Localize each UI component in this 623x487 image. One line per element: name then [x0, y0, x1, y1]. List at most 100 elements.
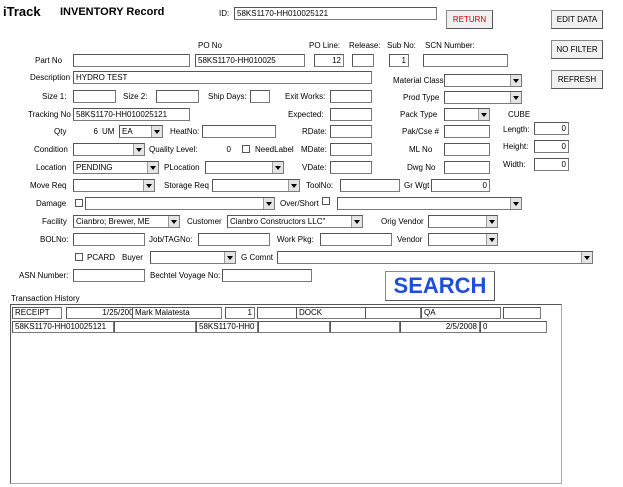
length-field[interactable]: 0 — [534, 122, 569, 135]
plocation-label: PLocation — [164, 163, 200, 172]
no-filter-button[interactable]: NO FILTER — [551, 40, 603, 59]
bechtel-voyage-no-label: Bechtel Voyage No: — [150, 271, 221, 280]
expected-field[interactable] — [330, 108, 372, 121]
part-no-field[interactable] — [73, 54, 190, 67]
condition-select[interactable] — [73, 143, 145, 156]
location-label: Location — [36, 163, 67, 172]
release-field[interactable] — [352, 54, 374, 67]
heat-no-field[interactable] — [202, 125, 276, 138]
damage-label: Damage — [36, 199, 67, 208]
material-class-label: Material Class — [393, 76, 444, 85]
refresh-button[interactable]: REFRESH — [551, 70, 603, 89]
scn-number-field[interactable] — [423, 54, 508, 67]
move-req-select[interactable] — [73, 179, 155, 192]
pcard-checkbox[interactable] — [75, 253, 83, 261]
chevron-down-icon — [168, 216, 179, 227]
chevron-down-icon — [510, 75, 521, 86]
customer-label: Customer — [187, 217, 222, 226]
ship-days-field[interactable] — [250, 90, 270, 103]
location-select[interactable]: PENDING — [73, 161, 159, 174]
chevron-down-icon — [263, 198, 274, 209]
description-label: Description — [30, 73, 71, 82]
table-row[interactable]: RECEIPT 1/25/2008 Mark Malatesta 1 DOCK … — [11, 307, 561, 319]
dwg-no-field[interactable] — [444, 161, 490, 174]
chevron-down-icon — [224, 252, 235, 263]
history-blank-cell — [257, 307, 297, 319]
damage-checkbox[interactable] — [75, 199, 83, 207]
size2-field[interactable] — [156, 90, 199, 103]
transaction-history-label: Transaction History — [11, 294, 80, 303]
quality-level-field[interactable]: 0 — [200, 143, 234, 156]
edit-data-button[interactable]: EDIT DATA — [551, 10, 603, 29]
buyer-select[interactable] — [150, 251, 236, 264]
work-pkg-field[interactable] — [320, 233, 392, 246]
history-tracking-cell: 58KS1170-HH010025121 — [12, 321, 114, 333]
over-short-select[interactable] — [337, 197, 522, 210]
ml-no-field[interactable] — [444, 143, 490, 156]
chevron-down-icon — [478, 109, 489, 120]
po-line-field[interactable]: 12 — [314, 54, 344, 67]
material-class-select[interactable] — [444, 74, 522, 87]
asn-number-field[interactable] — [73, 269, 145, 282]
tool-no-field[interactable] — [340, 179, 400, 192]
rdate-label: RDate: — [302, 127, 327, 136]
facility-select[interactable]: Cianbro; Brewer, ME — [73, 215, 180, 228]
expected-label: Expected: — [288, 110, 324, 119]
pak-cse-field[interactable] — [444, 125, 490, 138]
po-no-field[interactable]: 58KS1170-HH010025 — [195, 54, 305, 67]
pack-type-select[interactable] — [444, 108, 490, 121]
id-field[interactable]: 58KS1170-HH010025121 — [234, 7, 437, 20]
g-comnt-label: G Comnt — [241, 253, 274, 262]
history-qty-cell: 1 — [225, 307, 255, 319]
bechtel-voyage-no-field[interactable] — [222, 269, 312, 282]
tracking-no-field[interactable]: 58KS1170-HH010025121 — [73, 108, 190, 121]
size1-field[interactable] — [73, 90, 116, 103]
description-field[interactable]: HYDRO TEST — [73, 71, 372, 84]
tool-no-label: ToolNo: — [306, 181, 334, 190]
need-label-label: NeedLabel — [255, 145, 294, 154]
storage-req-label: Storage Req — [164, 181, 209, 190]
history-blank-cell — [330, 321, 400, 333]
orig-vendor-select[interactable] — [428, 215, 498, 228]
mdate-field[interactable] — [330, 143, 372, 156]
chevron-down-icon — [351, 216, 362, 227]
customer-select[interactable]: Cianbro Constructors LLC" — [227, 215, 363, 228]
return-button[interactable]: RETURN — [446, 10, 493, 29]
pak-cse-label: Pak/Cse # — [402, 127, 439, 136]
history-type-cell: RECEIPT — [12, 307, 62, 319]
table-row[interactable]: 58KS1170-HH010025121 58KS1170-HH0 2/5/20… — [11, 321, 561, 333]
need-label-checkbox[interactable] — [242, 145, 250, 153]
search-button[interactable]: SEARCH — [385, 271, 495, 301]
history-qty-cell: 0 — [480, 321, 547, 333]
po-no-label: PO No — [198, 41, 223, 50]
move-req-label: Move Req — [30, 181, 67, 190]
qty-field[interactable]: 6 — [73, 125, 101, 138]
vdate-field[interactable] — [330, 161, 372, 174]
gr-wgt-field[interactable]: 0 — [431, 179, 490, 192]
width-field[interactable]: 0 — [534, 158, 569, 171]
id-label: ID: — [219, 9, 230, 18]
prod-type-select[interactable] — [444, 91, 522, 104]
gr-wgt-label: Gr Wgt — [404, 181, 430, 190]
um-select[interactable]: EA — [119, 125, 163, 138]
record-title: INVENTORY Record — [60, 6, 165, 18]
facility-label: Facility — [42, 217, 67, 226]
plocation-select[interactable] — [205, 161, 284, 174]
rdate-field[interactable] — [330, 125, 372, 138]
app-name: iTrack — [3, 4, 41, 19]
bol-no-field[interactable] — [73, 233, 145, 246]
vendor-select[interactable] — [428, 233, 498, 246]
prod-type-label: Prod Type — [403, 93, 440, 102]
g-comnt-select[interactable] — [277, 251, 593, 264]
ml-no-label: ML No — [409, 145, 433, 154]
exit-works-field[interactable] — [330, 90, 372, 103]
chevron-down-icon — [133, 144, 144, 155]
damage-select[interactable] — [85, 197, 275, 210]
tracking-no-label: Tracking No — [28, 110, 71, 119]
over-short-checkbox[interactable] — [322, 197, 330, 205]
chevron-down-icon — [486, 234, 497, 245]
height-field[interactable]: 0 — [534, 140, 569, 153]
storage-req-select[interactable] — [212, 179, 300, 192]
sub-no-field[interactable]: 1 — [389, 54, 409, 67]
job-tag-no-field[interactable] — [198, 233, 270, 246]
